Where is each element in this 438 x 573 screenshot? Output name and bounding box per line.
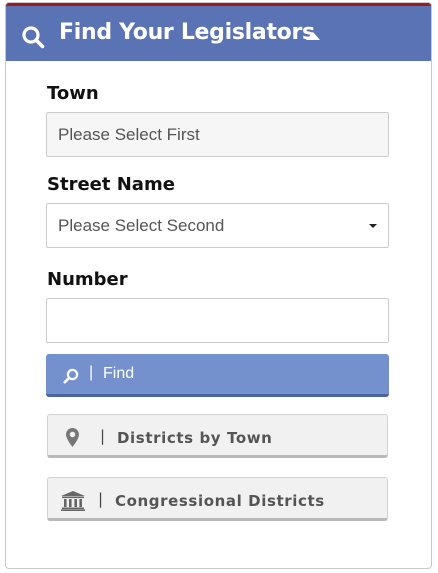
street-name-select[interactable]: Please Select Second (46, 203, 389, 248)
panel-header[interactable]: Find Your Legislators (6, 3, 431, 61)
town-select[interactable]: Please Select First (46, 112, 389, 157)
map-marker-icon (66, 428, 79, 447)
institution-icon (61, 491, 85, 511)
find-legislators-panel: Find Your Legislators Town Please Select… (5, 2, 432, 569)
find-button[interactable]: | Find (46, 354, 389, 397)
street-name-select-value: Please Select Second (58, 215, 225, 235)
districts-by-town-button[interactable]: | Districts by Town (47, 414, 388, 458)
number-input[interactable] (46, 298, 389, 343)
chevron-down-icon (369, 224, 377, 228)
search-icon (22, 26, 45, 49)
street-name-label: Street Name (47, 174, 175, 195)
town-label: Town (47, 83, 99, 104)
button-separator: | (89, 364, 94, 381)
congressional-districts-label: Congressional Districts (115, 492, 325, 510)
congressional-districts-button[interactable]: | Congressional Districts (47, 477, 388, 521)
button-separator: | (98, 490, 104, 508)
button-separator: | (100, 427, 106, 445)
search-icon (63, 368, 79, 384)
districts-by-town-label: Districts by Town (117, 429, 273, 447)
town-select-value: Please Select First (58, 124, 200, 144)
caret-up-icon[interactable] (306, 32, 320, 40)
find-button-label: Find (103, 365, 135, 382)
panel-title: Find Your Legislators (59, 20, 315, 45)
number-label: Number (47, 269, 128, 290)
